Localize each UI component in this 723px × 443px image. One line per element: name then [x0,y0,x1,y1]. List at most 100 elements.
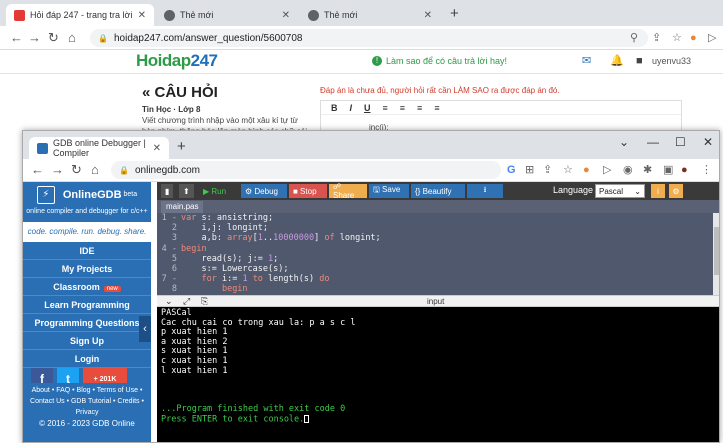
home-icon[interactable]: ⌂ [68,30,76,46]
hoidap-logo[interactable]: Hoidap247 [136,51,218,71]
address-bar[interactable]: 🔒 hoidap247.com/answer_question/5600708 [90,29,648,47]
sidebar-item-login[interactable]: Login [23,350,151,368]
google-icon[interactable]: G [507,163,516,177]
code-line[interactable]: 6 s:= Lowercase(s); [157,264,719,274]
sidebar-item-my-projects[interactable]: My Projects [23,260,151,278]
close-icon[interactable]: ✕ [153,143,161,154]
extension-icon[interactable]: ● [583,163,590,177]
tab-new-2[interactable]: Thẻ mới ✕ [300,4,440,26]
code-line[interactable]: 8 begin [157,284,719,294]
tab-hoidap247[interactable]: Hỏi đáp 247 - trang tra lời ✕ [6,4,154,26]
reload-icon[interactable]: ↻ [48,30,59,46]
close-icon[interactable]: ✕ [138,10,146,21]
avatar[interactable]: ■ [636,54,643,68]
code-line[interactable]: 2 i,j: longint; [157,223,719,233]
forward-arrow-icon[interactable]: → [51,162,64,178]
footer-links-3[interactable]: Privacy [23,407,151,418]
align-center-button[interactable]: ≡ [400,103,405,113]
code-text: for i:= 1 to length(s) do [201,274,330,285]
sidepanel-icon[interactable]: ▣ [663,163,673,177]
output-console[interactable]: PASCal Cac chu cai co trong xau la: p a s… [157,307,719,442]
footer-links-1[interactable]: About • FAQ • Blog • Terms of Use • [23,385,151,396]
gear-icon[interactable]: ⚙ [669,184,683,198]
editor-scrollbar[interactable] [713,213,719,295]
new-tab-button[interactable]: + [177,139,186,155]
close-window-button[interactable]: ✕ [703,135,713,149]
chrome-favicon-icon [164,9,175,21]
answer-hint-link[interactable]: ! Làm sao để có câu trả lời hay! [372,56,507,66]
debug-button[interactable]: ⚙ Debug [241,184,287,198]
brand-beta: beta [123,191,138,198]
search-icon[interactable]: ⚲ [630,31,638,45]
back-arrow-icon[interactable]: ← [31,162,44,178]
bookmark-star-icon[interactable]: ☆ [672,31,682,45]
align-left-button[interactable]: ≡ [383,103,388,113]
code-line[interactable]: 3 a,b: array[1..10000000] of longint; [157,233,719,243]
minimize-button[interactable]: — [647,135,659,149]
brand-name: OnlineGDB [62,188,122,201]
italic-button[interactable]: I [350,103,353,113]
tab-search-icon[interactable]: ⌄ [619,135,629,149]
tab-label: GDB online Debugger | Compiler [53,138,146,158]
share-icon[interactable]: ⇪ [652,31,661,45]
chevron-down-icon[interactable]: ⌄ [165,296,173,307]
new-file-icon[interactable]: ▮ [161,184,174,198]
align-justify-button[interactable]: ≡ [434,103,439,113]
align-right-button[interactable]: ≡ [417,103,422,113]
username[interactable]: uyenvu33 [652,56,691,66]
play-icon[interactable]: ▷ [708,31,716,45]
code-line[interactable]: 7 - for i:= 1 to length(s) do [157,274,719,285]
puzzle-icon[interactable]: ✱ [643,163,652,177]
address-bar[interactable]: 🔒 onlinegdb.com [111,161,501,179]
sidebar-item-sign-up[interactable]: Sign Up [23,332,151,350]
sidebar-item-ide[interactable]: IDE [23,242,151,260]
stop-button[interactable]: ■ Stop [289,184,327,198]
reload-icon[interactable]: ↻ [71,162,82,178]
share-button[interactable]: ☍ Share [329,182,367,200]
copy-icon[interactable]: ⎘ [201,296,208,307]
play-icon[interactable]: ▷ [603,163,611,177]
sidebar-item-learn-programming[interactable]: Learn Programming [23,296,151,314]
back-arrow-icon[interactable]: ← [10,30,23,46]
collapse-sidebar-button[interactable]: ‹ [139,316,151,342]
chat-icon[interactable]: ✉ [582,54,591,68]
code-line[interactable]: 5 read(s); j:= 1; [157,254,719,264]
tab-new-1[interactable]: Thẻ mới ✕ [156,4,298,26]
bold-button[interactable]: B [331,103,338,113]
file-tabs: main.pas [157,200,719,213]
run-button[interactable]: ▶ Run [199,184,239,198]
scrollbar-thumb[interactable] [714,227,719,275]
download-button[interactable]: ⭳ [467,184,503,198]
home-icon[interactable]: ⌂ [91,162,99,178]
share-icon[interactable]: ⇪ [543,163,552,177]
language-select[interactable]: Pascal ⌄ [595,184,645,198]
sidebar-item-programming-questions[interactable]: Programming Questions [23,314,151,332]
eye-icon[interactable]: ◉ [623,163,633,177]
extension-icon[interactable]: ● [690,31,697,45]
beautify-button[interactable]: {} Beautify [411,184,465,198]
sidebar-item-classroom[interactable]: Classroom new [23,278,151,296]
save-button[interactable]: 🖫 Save [369,184,409,198]
close-icon[interactable]: ✕ [424,10,432,21]
bookmark-star-icon[interactable]: ☆ [563,163,573,177]
file-tab-main-pas[interactable]: main.pas [161,201,204,213]
maximize-button[interactable]: ☐ [675,135,686,149]
underline-button[interactable]: U [364,103,371,113]
expand-icon[interactable]: ⤢ [183,296,190,307]
code-line[interactable]: 1 - var s: ansistring; [157,213,719,223]
new-tab-button[interactable]: + [450,6,459,22]
close-icon[interactable]: ✕ [282,10,290,21]
question-title[interactable]: « CÂU HỎI [142,84,218,101]
code-editor[interactable]: 1 - var s: ansistring; 2 i,j: longint; 3 a,… [157,213,719,295]
forward-arrow-icon[interactable]: → [28,30,41,46]
footer-links-2[interactable]: Contact Us • GDB Tutorial • Credits • [23,396,151,407]
translate-icon[interactable]: ⊞ [525,163,534,177]
gdb-brand[interactable]: ⚡ OnlineGDB beta [23,182,151,207]
menu-kebab-icon[interactable]: ⋮ [701,163,712,177]
upload-icon[interactable]: ⬆ [179,184,194,198]
code-line[interactable]: 4 - begin [157,244,719,254]
info-icon[interactable]: i [651,184,665,198]
tab-onlinegdb[interactable]: GDB online Debugger | Compiler ✕ [29,137,169,159]
profile-avatar[interactable]: ● [681,163,688,177]
bell-icon[interactable]: 🔔 [610,54,624,68]
